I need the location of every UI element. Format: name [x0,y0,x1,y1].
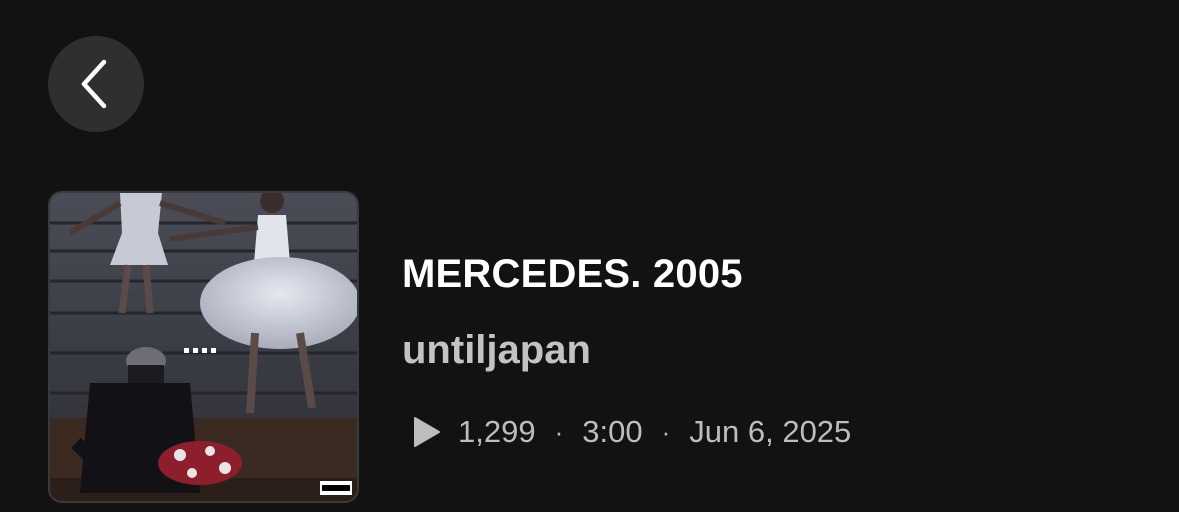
chevron-left-icon [76,56,116,112]
album-cover-artwork [50,193,357,501]
release-date: Jun 6, 2025 [689,414,852,449]
album-cover[interactable] [48,191,359,503]
play-icon [412,416,442,448]
back-button[interactable] [48,36,144,132]
track-details-screen: MERCEDES. 2005 untiljapan 1,299 · 3:00 ·… [0,0,1179,512]
play-count: 1,299 [458,414,536,449]
track-meta: 1,299 · 3:00 · Jun 6, 2025 [412,410,851,454]
track-duration: 3:00 [582,414,643,449]
separator-dot: · [661,416,671,447]
track-title: MERCEDES. 2005 [402,252,743,296]
separator-dot: · [554,416,564,447]
artist-name[interactable]: untiljapan [402,328,591,373]
